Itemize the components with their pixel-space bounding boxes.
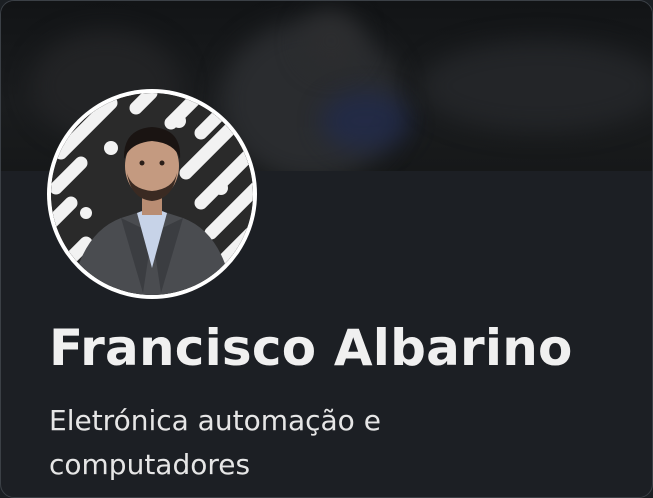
- profile-photo-graphic: [51, 93, 253, 295]
- avatar[interactable]: [47, 89, 257, 299]
- profile-headline: Eletrónica automação e computadores: [49, 404, 381, 481]
- profile-photo: [51, 93, 253, 295]
- profile-name: Francisco Albarino: [49, 319, 573, 377]
- profile-card: Francisco Albarino Eletrónica automação …: [0, 0, 653, 498]
